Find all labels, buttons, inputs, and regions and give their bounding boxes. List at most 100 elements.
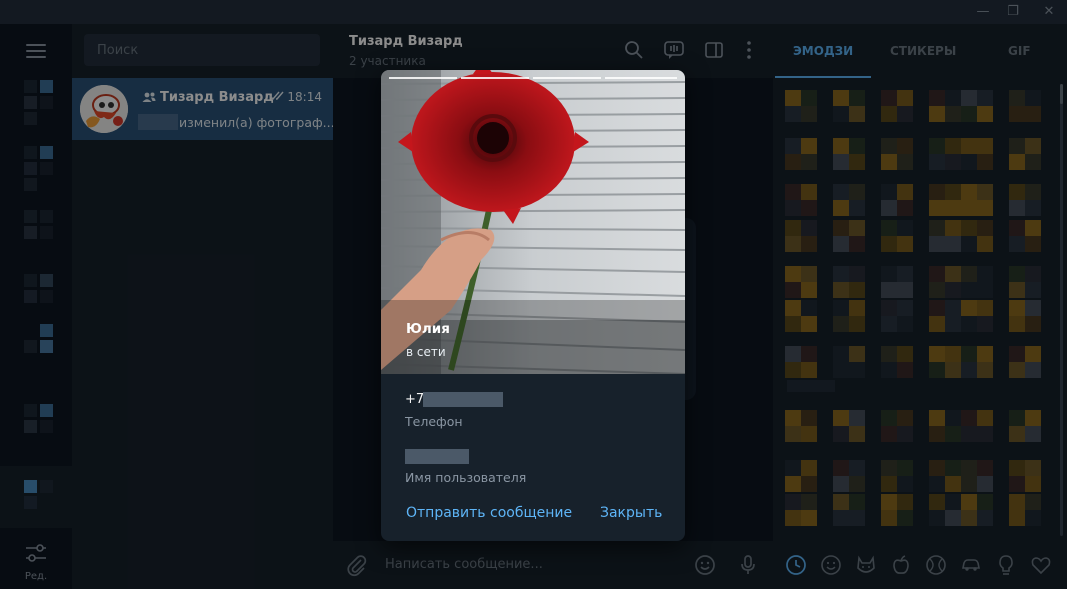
emoji-item[interactable] — [929, 138, 961, 170]
search-icon[interactable] — [623, 39, 645, 61]
emoji-item[interactable] — [785, 494, 817, 526]
emoji-item[interactable] — [785, 410, 817, 442]
emoji-item[interactable] — [961, 494, 993, 526]
minimize-button[interactable]: — — [966, 0, 1000, 24]
emoji-item[interactable] — [833, 184, 865, 216]
emoji-item[interactable] — [929, 410, 961, 442]
emoji-item[interactable] — [929, 90, 961, 122]
folder-item[interactable] — [10, 324, 62, 384]
microphone-icon[interactable] — [736, 553, 760, 577]
tab-emoji[interactable]: ЭМОДЗИ — [793, 44, 853, 58]
emoji-item[interactable] — [929, 300, 961, 332]
emoji-item[interactable] — [833, 300, 865, 332]
emoji-item[interactable] — [833, 266, 865, 298]
emoji-item[interactable] — [1009, 346, 1041, 378]
tab-gif[interactable]: GIF — [1008, 44, 1031, 58]
chat-list-item[interactable]: Тизард Визард 18:14 изменил(а) фотограф.… — [72, 78, 335, 140]
emoji-item[interactable] — [1009, 410, 1041, 442]
emoji-item[interactable] — [833, 460, 865, 492]
emoji-item[interactable] — [961, 266, 993, 298]
close-window-button[interactable]: ✕ — [1032, 0, 1066, 24]
emoji-item[interactable] — [881, 494, 913, 526]
tab-stickers[interactable]: СТИКЕРЫ — [890, 44, 956, 58]
emoji-item[interactable] — [881, 90, 913, 122]
emoji-item[interactable] — [785, 266, 817, 298]
scrollbar[interactable] — [1060, 84, 1063, 536]
emoji-item[interactable] — [929, 220, 961, 252]
emoji-item[interactable] — [785, 220, 817, 252]
emoji-item[interactable] — [1009, 494, 1041, 526]
food-icon[interactable] — [890, 554, 912, 576]
emoji-item[interactable] — [1009, 184, 1041, 216]
attach-icon[interactable] — [345, 553, 369, 577]
emoji-icon[interactable] — [693, 553, 717, 577]
emoji-item[interactable] — [961, 138, 993, 170]
emoji-item[interactable] — [1009, 220, 1041, 252]
recent-icon[interactable] — [785, 554, 807, 576]
smileys-icon[interactable] — [820, 554, 842, 576]
travel-icon[interactable] — [960, 554, 982, 576]
emoji-item[interactable] — [1009, 460, 1041, 492]
emoji-item[interactable] — [929, 346, 961, 378]
folder-item-active[interactable] — [10, 480, 62, 520]
emoji-item[interactable] — [881, 300, 913, 332]
emoji-item[interactable] — [961, 346, 993, 378]
phone-label: Телефон — [405, 414, 463, 429]
folder-item[interactable] — [10, 404, 62, 464]
symbols-icon[interactable] — [1030, 554, 1052, 576]
send-message-button[interactable]: Отправить сообщение — [406, 505, 572, 521]
phone-value[interactable]: +7 — [405, 392, 424, 407]
redacted-username[interactable] — [405, 449, 469, 464]
emoji-item[interactable] — [961, 300, 993, 332]
side-panel-icon[interactable] — [703, 39, 725, 61]
emoji-item[interactable] — [785, 460, 817, 492]
emoji-item[interactable] — [929, 460, 961, 492]
close-button[interactable]: Закрыть — [600, 505, 662, 521]
edit-folders-button[interactable]: Ред. — [0, 536, 72, 589]
emoji-item[interactable] — [961, 460, 993, 492]
emoji-item[interactable] — [961, 220, 993, 252]
folder-item[interactable] — [10, 80, 62, 140]
voice-chat-icon[interactable] — [663, 39, 685, 61]
emoji-item[interactable] — [833, 346, 865, 378]
more-icon[interactable] — [738, 39, 760, 61]
emoji-item[interactable] — [833, 138, 865, 170]
folder-item[interactable] — [10, 146, 62, 206]
emoji-item[interactable] — [881, 346, 913, 378]
emoji-item[interactable] — [961, 90, 993, 122]
emoji-item[interactable] — [785, 300, 817, 332]
objects-icon[interactable] — [995, 554, 1017, 576]
photo-progress-bar — [389, 77, 457, 79]
emoji-item[interactable] — [881, 410, 913, 442]
emoji-item[interactable] — [1009, 138, 1041, 170]
emoji-item[interactable] — [881, 460, 913, 492]
emoji-item[interactable] — [881, 220, 913, 252]
maximize-button[interactable]: ❐ — [996, 0, 1030, 24]
emoji-item[interactable] — [961, 184, 993, 216]
emoji-item[interactable] — [929, 184, 961, 216]
emoji-item[interactable] — [833, 90, 865, 122]
emoji-item[interactable] — [1009, 300, 1041, 332]
scrollbar-thumb[interactable] — [1060, 84, 1063, 104]
activity-icon[interactable] — [925, 554, 947, 576]
animals-icon[interactable] — [855, 554, 877, 576]
search-input[interactable]: Поиск — [84, 34, 320, 66]
emoji-item[interactable] — [785, 346, 817, 378]
emoji-item[interactable] — [833, 410, 865, 442]
emoji-item[interactable] — [1009, 90, 1041, 122]
emoji-item[interactable] — [785, 184, 817, 216]
emoji-item[interactable] — [785, 138, 817, 170]
emoji-item[interactable] — [785, 90, 817, 122]
emoji-item[interactable] — [881, 184, 913, 216]
folder-item[interactable] — [10, 210, 62, 270]
emoji-item[interactable] — [833, 494, 865, 526]
emoji-item[interactable] — [1009, 266, 1041, 298]
emoji-item[interactable] — [929, 494, 961, 526]
emoji-item[interactable] — [961, 410, 993, 442]
emoji-item[interactable] — [929, 266, 961, 298]
emoji-item[interactable] — [881, 138, 913, 170]
emoji-item[interactable] — [833, 220, 865, 252]
menu-icon[interactable] — [26, 44, 46, 58]
message-input[interactable]: Написать сообщение... — [385, 557, 543, 572]
emoji-item[interactable] — [881, 266, 913, 298]
